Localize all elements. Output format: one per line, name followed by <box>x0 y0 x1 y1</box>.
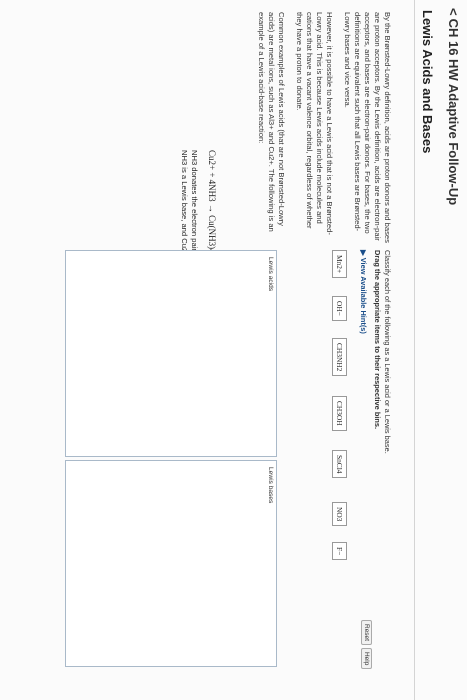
reset-button[interactable]: Reset <box>361 620 372 645</box>
task-instructions: Classify each of the following as a Lewi… <box>383 250 392 454</box>
lewis-acids-label: Lewis acids <box>267 257 274 292</box>
paragraph-2: However, it is possible to have a Lewis … <box>295 12 334 235</box>
reaction-formula: Cu2+ + 4NH3 → Cu(NH3)42+ <box>207 150 217 264</box>
item-chip[interactable]: OH− <box>332 296 347 321</box>
item-chip[interactable]: NO3 <box>332 502 347 527</box>
reset-help-group: Reset Help <box>361 620 372 670</box>
bin-area: Lewis acids Lewis bases <box>27 250 277 670</box>
lewis-bases-label: Lewis bases <box>267 467 274 504</box>
task-panel: Classify each of the following as a Lewi… <box>358 250 392 500</box>
lewis-bases-bin[interactable]: Lewis bases <box>65 460 277 667</box>
help-button[interactable]: Help <box>361 647 372 670</box>
triangle-right-icon[interactable]: ▶ <box>359 250 368 258</box>
breadcrumb-text[interactable]: CH 16 HW Adaptive Follow-Up <box>446 19 461 206</box>
item-chip[interactable]: SnCl4 <box>332 450 347 479</box>
lewis-acids-bin[interactable]: Lewis acids <box>65 250 277 457</box>
drag-instruction: Drag the appropriate items to their resp… <box>373 250 382 430</box>
screen-canvas: < CH 16 HW Adaptive Follow-Up Lewis Acids… <box>0 0 467 700</box>
paragraph-1: By the Brønsted-Lowry definition, acids … <box>343 12 392 243</box>
item-chip[interactable]: CH3NH2 <box>332 338 347 377</box>
paragraph-3: Common examples of Lewis acids (that are… <box>257 12 286 232</box>
hints-link[interactable]: ▶ View Available Hint(s) <box>358 250 368 500</box>
explanation-panel: By the Brønsted-Lowry definition, acids … <box>248 12 392 244</box>
item-tray: Mn2+ OH− CH3NH2 CH3OH SnCl4 NO3 F− <box>287 250 347 590</box>
breadcrumb[interactable]: < CH 16 HW Adaptive Follow-Up <box>446 8 461 205</box>
chevron-left-icon[interactable]: < <box>446 8 461 16</box>
item-chip[interactable]: F− <box>332 542 347 561</box>
hints-label[interactable]: View Available Hint(s) <box>359 258 368 334</box>
item-chip[interactable]: Mn2+ <box>332 250 347 279</box>
header-divider <box>414 0 415 700</box>
item-chip[interactable]: CH3OH <box>332 396 347 431</box>
page-title: Lewis Acids and Bases <box>420 10 435 154</box>
